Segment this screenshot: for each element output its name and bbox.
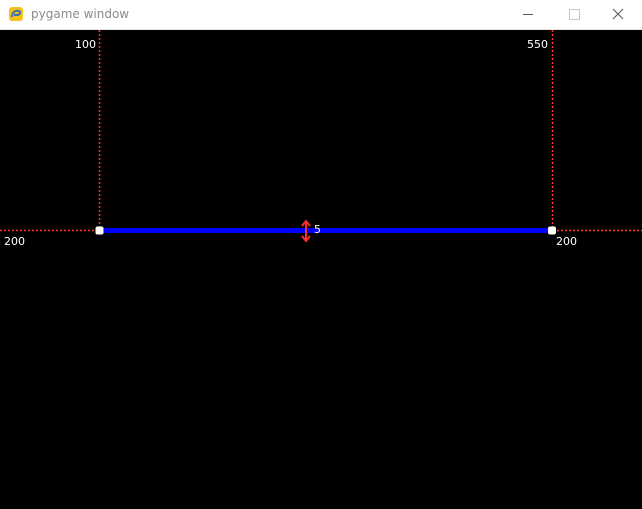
minimize-icon (523, 14, 533, 15)
pygame-window: pygame window 100 550 200 200 5 (0, 0, 642, 509)
start-point-handle[interactable] (95, 226, 104, 235)
pygame-snake-icon (9, 7, 23, 21)
minimize-button[interactable] (505, 0, 551, 29)
left-y-label: 200 (4, 235, 25, 248)
line-width-label: 5 (314, 223, 321, 236)
right-y-label: 200 (556, 235, 577, 248)
end-point-handle[interactable] (548, 226, 556, 235)
drawing-canvas[interactable]: 100 550 200 200 5 (0, 30, 642, 509)
close-button[interactable] (596, 0, 642, 29)
canvas-graphics (0, 30, 642, 243)
close-icon (612, 8, 624, 20)
title-bar[interactable]: pygame window (0, 0, 642, 30)
left-x-label: 100 (75, 38, 96, 51)
maximize-button[interactable] (551, 0, 597, 29)
right-x-label: 550 (527, 38, 548, 51)
window-title: pygame window (31, 7, 130, 21)
maximize-icon (569, 9, 580, 20)
